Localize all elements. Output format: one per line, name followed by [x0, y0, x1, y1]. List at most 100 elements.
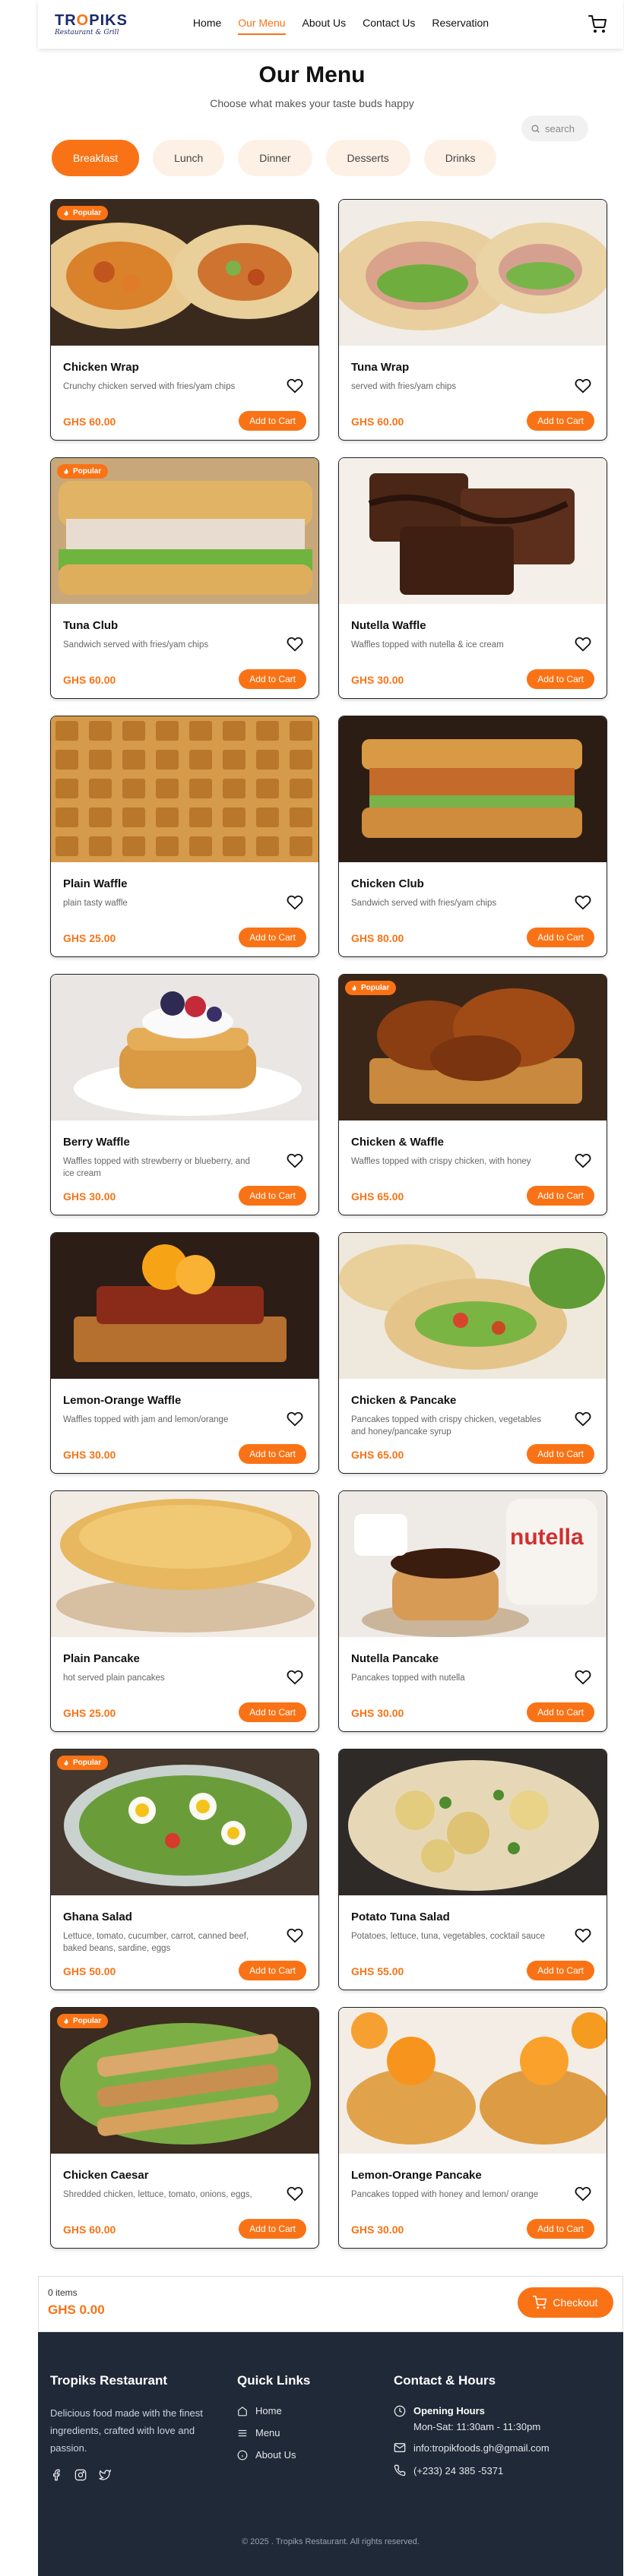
add-to-cart-button[interactable]: Add to Cart: [527, 1702, 594, 1722]
menu-card[interactable]: Chicken Club Sandwich served with fries/…: [338, 716, 607, 957]
food-image: [339, 2008, 607, 2154]
add-to-cart-button[interactable]: Add to Cart: [239, 411, 306, 431]
heart-icon[interactable]: [287, 1927, 303, 1944]
add-to-cart-button[interactable]: Add to Cart: [527, 411, 594, 431]
menu-card[interactable]: Lemon-Orange Waffle Waffles topped with …: [50, 1232, 319, 1474]
menu-card[interactable]: Plain Pancake hot served plain pancakes …: [50, 1490, 319, 1732]
heart-icon[interactable]: [287, 636, 303, 653]
menu-card[interactable]: Popular Tuna Club Sandwich served with f…: [50, 457, 319, 699]
tab-drinks[interactable]: Drinks: [423, 140, 497, 176]
item-name: Plain Waffle: [63, 877, 128, 890]
tab-dinner[interactable]: Dinner: [238, 140, 312, 176]
popular-badge: Popular: [57, 464, 109, 479]
item-price: GHS 25.00: [63, 932, 116, 944]
heart-icon[interactable]: [575, 894, 591, 911]
item-description: Waffles topped with jam and lemon/orange: [63, 1415, 229, 1424]
menu-card[interactable]: Tuna Wrap served with fries/yam chips GH…: [338, 199, 607, 441]
nav-about-us[interactable]: About Us: [302, 17, 347, 32]
heart-icon[interactable]: [575, 1927, 591, 1944]
tab-lunch[interactable]: Lunch: [153, 140, 225, 176]
menu-card[interactable]: Plain Waffle plain tasty waffle GHS 25.0…: [50, 716, 319, 957]
menu-card[interactable]: Popular Chicken & Waffle Waffles topped …: [338, 974, 607, 1215]
contact-phone[interactable]: (+233) 24 385 -5371: [394, 2464, 614, 2476]
popular-badge: Popular: [345, 981, 397, 995]
add-to-cart-button[interactable]: Add to Cart: [239, 2219, 306, 2239]
menu-card[interactable]: Chicken & Pancake Pancakes topped with c…: [338, 1232, 607, 1474]
item-description: Waffles topped with nutella & ice cream: [351, 640, 504, 650]
logo[interactable]: TROPIKS Restaurant & Grill: [55, 13, 128, 36]
heart-icon[interactable]: [287, 1411, 303, 1427]
contact-email[interactable]: info:tropikfoods.gh@gmail.com: [394, 2442, 614, 2454]
food-image: Popular: [51, 200, 318, 346]
add-to-cart-button[interactable]: Add to Cart: [239, 669, 306, 689]
food-photo: [51, 2008, 318, 2154]
item-price: GHS 50.00: [63, 1965, 116, 1977]
nav-home[interactable]: Home: [193, 17, 221, 32]
popular-badge: Popular: [57, 2014, 109, 2028]
menu-card[interactable]: Nutella Waffle Waffles topped with nutel…: [338, 457, 607, 699]
fire-icon: [64, 2018, 68, 2024]
add-to-cart-button[interactable]: Add to Cart: [239, 1702, 306, 1722]
heart-icon[interactable]: [575, 1411, 591, 1427]
add-to-cart-button[interactable]: Add to Cart: [239, 1961, 306, 1980]
menu-card[interactable]: Potato Tuna Salad Potatoes, lettuce, tun…: [338, 1749, 607, 1990]
heart-icon[interactable]: [287, 378, 303, 394]
footer-link-menu[interactable]: Menu: [237, 2427, 310, 2439]
heart-icon[interactable]: [287, 2186, 303, 2202]
food-image: [51, 1233, 318, 1379]
add-to-cart-button[interactable]: Add to Cart: [527, 2219, 594, 2239]
nav-our-menu[interactable]: Our Menu: [238, 17, 286, 35]
search-icon: [531, 124, 540, 133]
main-nav: Home Our Menu About Us Contact Us Reserv…: [193, 17, 489, 35]
item-price: GHS 80.00: [351, 932, 404, 944]
heart-icon[interactable]: [287, 1669, 303, 1686]
food-photo: [51, 200, 318, 346]
add-to-cart-button[interactable]: Add to Cart: [527, 669, 594, 689]
menu-card[interactable]: Popular Ghana Salad Lettuce, tomato, cuc…: [50, 1749, 319, 1990]
facebook-icon[interactable]: [50, 2469, 62, 2481]
footer-link-home[interactable]: Home: [237, 2405, 310, 2416]
quick-links-title: Quick Links: [237, 2373, 311, 2388]
cart-icon[interactable]: [588, 15, 607, 33]
add-to-cart-button[interactable]: Add to Cart: [527, 1186, 594, 1206]
food-photo: [51, 1749, 318, 1895]
heart-icon[interactable]: [575, 2186, 591, 2202]
tab-breakfast[interactable]: Breakfast: [52, 140, 140, 176]
nav-contact-us[interactable]: Contact Us: [363, 17, 415, 32]
footer-description: Delicious food made with the finest ingr…: [50, 2407, 203, 2454]
add-to-cart-button[interactable]: Add to Cart: [239, 928, 306, 947]
nav-reservation[interactable]: Reservation: [432, 17, 489, 32]
heart-icon[interactable]: [287, 1152, 303, 1169]
cart-icon: [533, 2296, 547, 2309]
twitter-icon[interactable]: [99, 2469, 111, 2481]
menu-card[interactable]: Lemon-Orange Pancake Pancakes topped wit…: [338, 2007, 607, 2249]
tab-desserts[interactable]: Desserts: [325, 140, 410, 176]
footer-link-about[interactable]: About Us: [237, 2449, 310, 2461]
menu-card[interactable]: nutella Nutella Pancake Pancakes topped …: [338, 1490, 607, 1732]
checkout-button[interactable]: Checkout: [518, 2287, 613, 2318]
add-to-cart-button[interactable]: Add to Cart: [239, 1444, 306, 1464]
site-footer: Tropiks Restaurant Delicious food made w…: [38, 2332, 623, 2576]
menu-card[interactable]: Popular Chicken Wrap Crunchy chicken ser…: [50, 199, 319, 441]
hours-value: Mon-Sat: 11:30am - 11:30pm: [413, 2421, 541, 2432]
add-to-cart-button[interactable]: Add to Cart: [527, 928, 594, 947]
add-to-cart-button[interactable]: Add to Cart: [527, 1444, 594, 1464]
heart-icon[interactable]: [575, 1669, 591, 1686]
add-to-cart-button[interactable]: Add to Cart: [239, 1186, 306, 1206]
add-to-cart-button[interactable]: Add to Cart: [527, 1961, 594, 1980]
item-description: Pancakes topped with crispy chicken, veg…: [351, 1415, 541, 1437]
logo-brand: TROPIKS: [55, 11, 128, 29]
menu-card[interactable]: Popular Chicken Caesar Shredded chicken,…: [50, 2007, 319, 2249]
item-description: plain tasty waffle: [63, 899, 128, 908]
search-input[interactable]: search: [521, 115, 588, 141]
food-image: [51, 716, 318, 862]
item-description: served with fries/yam chips: [351, 382, 457, 391]
heart-icon[interactable]: [575, 636, 591, 653]
heart-icon[interactable]: [575, 1152, 591, 1169]
food-image: [339, 1749, 607, 1895]
menu-card[interactable]: Berry Waffle Waffles topped with strewbe…: [50, 974, 319, 1215]
heart-icon[interactable]: [287, 894, 303, 911]
instagram-icon[interactable]: [74, 2469, 87, 2481]
copyright: © 2025 . Tropiks Restaurant. All rights …: [242, 2537, 420, 2546]
heart-icon[interactable]: [575, 378, 591, 394]
